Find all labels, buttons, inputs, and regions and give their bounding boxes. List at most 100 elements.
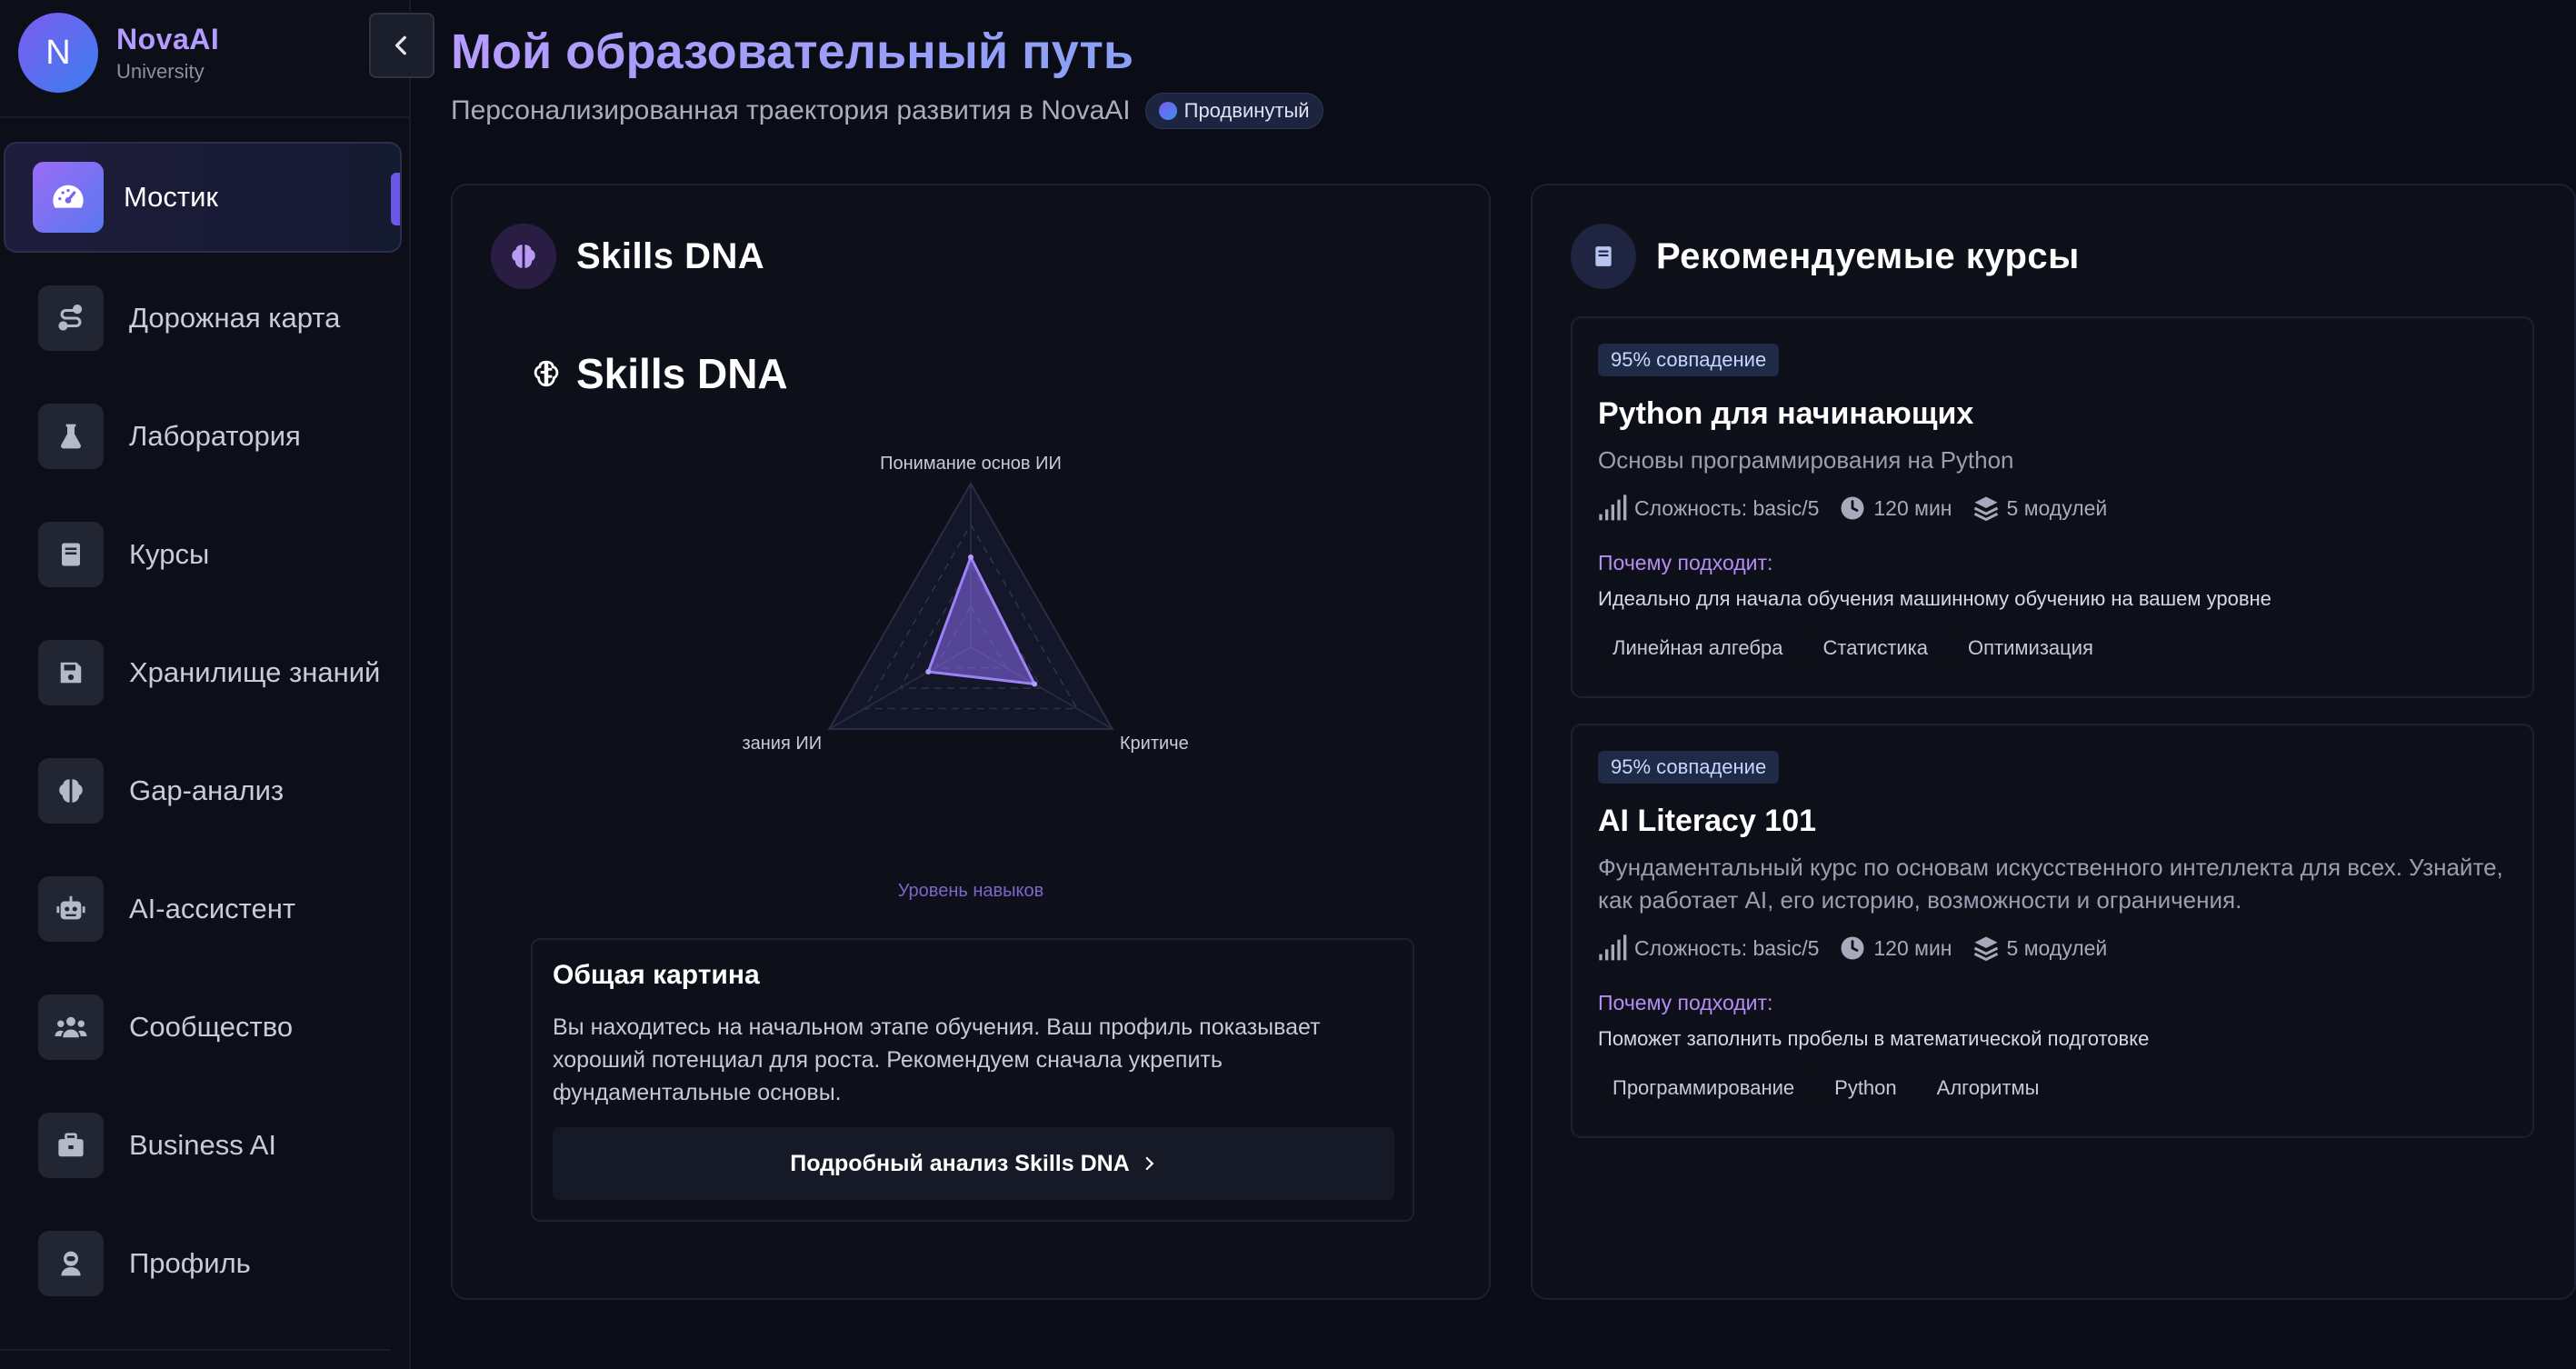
clock-icon xyxy=(1841,496,1864,520)
sidebar-item-community[interactable]: Сообщество xyxy=(38,985,402,1069)
sidebar-item-label: Лаборатория xyxy=(129,420,301,452)
sidebar: N NovaAI University Мостик Дорожная карт… xyxy=(0,0,411,1369)
radar-point xyxy=(968,555,973,560)
why-label: Почему подходит: xyxy=(1598,551,1773,575)
skills-inner-title: Skills DNA xyxy=(576,350,788,397)
course-title: Python для начинающих xyxy=(1598,396,1974,431)
why-label: Почему подходит: xyxy=(1598,991,1773,1014)
sidebar-item-profile[interactable]: Профиль xyxy=(38,1222,402,1305)
level-badge: Продвинутый xyxy=(1144,93,1323,129)
course-tag: Алгоритмы xyxy=(1922,1071,2054,1105)
sidebar-item-label: Профиль xyxy=(129,1247,251,1279)
course-meta: Сложность: basic/5 120 мин 5 модулей xyxy=(1598,495,2127,522)
course-description: Фундаментальный курс по основам искусств… xyxy=(1598,854,2503,914)
sidebar-item-label: Хранилище знаний xyxy=(129,656,381,688)
flask-icon xyxy=(38,404,104,469)
modules-label: 5 модулей xyxy=(2006,495,2108,520)
why-text: Идеально для начала обучения машинному о… xyxy=(1598,587,2271,610)
route-icon xyxy=(38,285,104,351)
course-description: Основы программирования на Python xyxy=(1598,446,2014,474)
brand-name: NovaAI xyxy=(116,22,220,55)
users-icon xyxy=(38,994,104,1060)
sidebar-item-roadmap[interactable]: Дорожная карта xyxy=(38,276,402,360)
sidebar-item-label: Business AI xyxy=(129,1129,276,1161)
brain-outline-icon xyxy=(534,360,559,387)
recommended-courses-card: Рекомендуемые курсы 95% совпадение Pytho… xyxy=(1531,184,2576,1300)
briefcase-icon xyxy=(38,1113,104,1178)
match-badge: 95% совпадение xyxy=(1598,344,1780,376)
duration-meta: 120 мин xyxy=(1839,934,1952,962)
courses-card-header: Рекомендуемые курсы xyxy=(1571,224,2080,289)
course-tag: Python xyxy=(1820,1071,1912,1105)
skills-radar-chart: Понимание основ ИИ Критиче зания ИИ Уровен… xyxy=(742,454,1189,901)
overview-title: Общая картина xyxy=(553,960,760,990)
radar-axis-label: зания ИИ xyxy=(742,734,822,754)
robot-icon xyxy=(38,876,104,942)
sidebar-item-label: AI-ассистент xyxy=(129,893,296,924)
sidebar-item-business-ai[interactable]: Business AI xyxy=(38,1104,402,1187)
detailed-analysis-button[interactable]: Подробный анализ Skills DNA xyxy=(553,1127,1394,1200)
sidebar-item-label: Дорожная карта xyxy=(129,302,341,334)
radar-legend: Уровень навыков xyxy=(898,881,1044,901)
why-text: Поможет заполнить пробелы в математическ… xyxy=(1598,1027,2150,1050)
sidebar-item-gap-analysis[interactable]: Gap-анализ xyxy=(38,749,402,833)
signal-bars-icon xyxy=(1599,495,1627,521)
sidebar-item-label: Сообщество xyxy=(129,1011,294,1043)
brain-icon xyxy=(38,758,104,824)
course-card[interactable]: 95% совпадение Python для начинающих Осн… xyxy=(1571,316,2534,698)
sidebar-item-courses[interactable]: Курсы xyxy=(38,513,402,596)
course-card[interactable]: 95% совпадение AI Literacy 101 Фундамент… xyxy=(1571,724,2534,1138)
difficulty-label: Сложность: basic/5 xyxy=(1634,935,1820,960)
duration-label: 120 мин xyxy=(1873,935,1952,960)
chevron-right-icon xyxy=(1145,1156,1154,1171)
user-astronaut-icon xyxy=(38,1231,104,1296)
dashboard-gauge-icon xyxy=(33,162,104,233)
course-tags: Программирование Python Алгоритмы xyxy=(1598,1071,2064,1105)
brand-subtitle: University xyxy=(116,59,205,83)
page-title: Мой образовательный путь xyxy=(451,25,1134,79)
duration-meta: 120 мин xyxy=(1839,495,1952,522)
course-meta: Сложность: basic/5 120 мин 5 модулей xyxy=(1598,934,2127,962)
chevron-left-icon xyxy=(394,35,406,55)
overview-box: Общая картина Вы находитесь на начальном… xyxy=(531,938,1414,1222)
signal-bars-icon xyxy=(1599,934,1627,961)
subtitle-row: Персонализированная траектория развития … xyxy=(451,93,1323,129)
course-tags: Линейная алгебра Статистика Оптимизация xyxy=(1598,631,2119,665)
active-indicator xyxy=(391,173,400,225)
sidebar-item-bridge[interactable]: Мостик xyxy=(4,142,402,253)
course-tag: Оптимизация xyxy=(1953,631,2108,665)
course-tag: Статистика xyxy=(1808,631,1943,665)
book-icon xyxy=(1571,224,1636,289)
brand[interactable]: N NovaAI University xyxy=(18,13,219,93)
sidebar-item-label: Курсы xyxy=(129,538,210,570)
page-subtitle: Персонализированная траектория развития … xyxy=(451,95,1131,125)
radar-point xyxy=(1032,681,1038,687)
course-tag: Линейная алгебра xyxy=(1598,631,1798,665)
sidebar-divider xyxy=(0,1349,391,1351)
detailed-analysis-label: Подробный анализ Skills DNA xyxy=(790,1150,1130,1176)
skills-dna-card: Skills DNA Skills DNA Понимание основ ИИ… xyxy=(451,184,1491,1300)
course-title: AI Literacy 101 xyxy=(1598,804,1817,838)
modules-label: 5 модулей xyxy=(2006,935,2108,960)
modules-meta: 5 модулей xyxy=(1972,495,2108,522)
sidebar-item-knowledge-store[interactable]: Хранилище знаний xyxy=(38,631,402,714)
radar-axis-label: Понимание основ ИИ xyxy=(880,454,1062,474)
sidebar-item-label: Мостик xyxy=(124,181,218,213)
sidebar-item-ai-assistant[interactable]: AI-ассистент xyxy=(38,867,402,951)
clock-icon xyxy=(1841,936,1864,960)
course-tag: Программирование xyxy=(1598,1071,1810,1105)
sidebar-item-label: Gap-анализ xyxy=(129,774,285,806)
courses-card-title: Рекомендуемые курсы xyxy=(1656,235,2080,276)
sidebar-divider xyxy=(0,116,411,118)
sidebar-item-lab[interactable]: Лаборатория xyxy=(38,395,402,478)
collapse-sidebar-button[interactable] xyxy=(369,13,434,78)
floppy-disk-icon xyxy=(38,640,104,705)
duration-label: 120 мин xyxy=(1873,495,1952,520)
layers-icon xyxy=(1973,936,1998,962)
difficulty-meta: Сложность: basic/5 xyxy=(1598,495,1819,522)
radar-axis-label: Критиче xyxy=(1120,734,1189,754)
skills-card-title: Skills DNA xyxy=(576,235,765,276)
difficulty-meta: Сложность: basic/5 xyxy=(1598,934,1819,962)
difficulty-label: Сложность: basic/5 xyxy=(1634,495,1820,520)
radar-point xyxy=(925,669,932,675)
